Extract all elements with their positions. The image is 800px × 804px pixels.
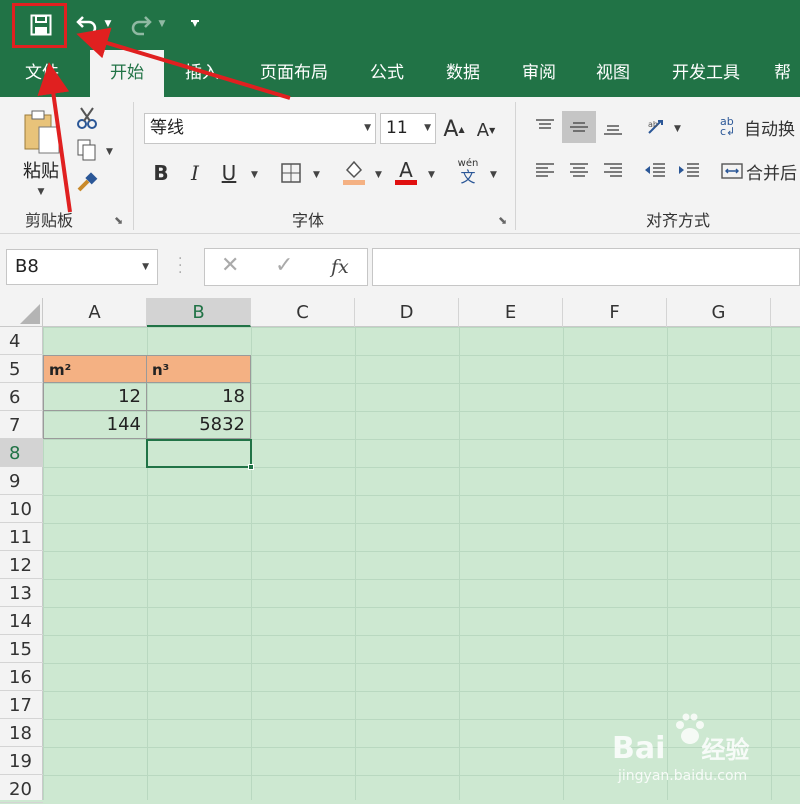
watermark-brand: Bai — [612, 731, 666, 766]
watermark-brand-suffix: 经验 — [701, 736, 750, 764]
arrow-from-ribbon — [76, 27, 291, 100]
watermark-url: jingyan.baidu.com — [618, 768, 748, 784]
annotation-arrows — [37, 27, 291, 213]
arrow-from-clipboard — [37, 62, 72, 213]
baidu-jingyan-watermark: Bai 经验 jingyan.baidu.com — [612, 712, 792, 787]
